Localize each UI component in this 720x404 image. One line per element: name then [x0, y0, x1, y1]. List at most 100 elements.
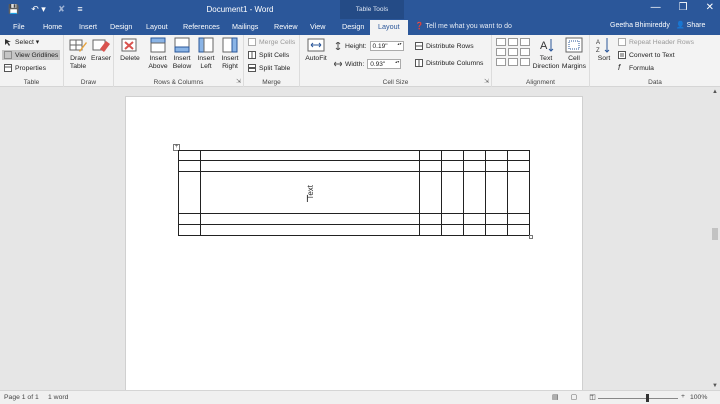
- table-cell[interactable]: [441, 150, 465, 161]
- tab-review[interactable]: Review: [274, 22, 298, 31]
- read-mode-icon[interactable]: ▤: [552, 393, 559, 401]
- table-cell[interactable]: [485, 171, 509, 214]
- table-cell[interactable]: [419, 160, 443, 172]
- page-count[interactable]: Page 1 of 1: [4, 394, 39, 401]
- table-cell[interactable]: [485, 224, 509, 236]
- table-cell[interactable]: [463, 224, 487, 236]
- tab-home[interactable]: Home: [43, 22, 62, 31]
- tab-table-layout[interactable]: Layout: [370, 20, 408, 35]
- eraser-button[interactable]: Eraser: [91, 37, 111, 63]
- document-table[interactable]: Text: [178, 150, 530, 236]
- table-cell[interactable]: [485, 150, 509, 161]
- tab-layout[interactable]: Layout: [146, 22, 168, 31]
- width-input[interactable]: 0.93": [367, 59, 402, 69]
- table-cell[interactable]: [199, 224, 421, 236]
- table-cell[interactable]: [199, 213, 421, 225]
- table-cell[interactable]: Text: [199, 171, 421, 214]
- table-cell[interactable]: [419, 213, 443, 225]
- insert-left-button[interactable]: Insert Left: [194, 37, 218, 71]
- properties-button[interactable]: Properties: [4, 64, 46, 72]
- align-bottom-center-button[interactable]: [508, 58, 518, 66]
- draw-table-button[interactable]: Draw Table: [67, 37, 89, 71]
- formula-button[interactable]: f Formula: [618, 64, 654, 72]
- distribute-rows-button[interactable]: Distribute Rows: [415, 42, 474, 50]
- tab-table-design[interactable]: Design: [342, 22, 364, 31]
- print-layout-icon[interactable]: ▢: [571, 393, 578, 401]
- split-table-button[interactable]: Split Table: [248, 64, 290, 72]
- align-center-left-button[interactable]: [496, 48, 506, 56]
- view-gridlines-button[interactable]: View Gridlines: [2, 50, 61, 60]
- tab-references[interactable]: References: [183, 22, 220, 31]
- insert-below-button[interactable]: Insert Below: [170, 37, 194, 71]
- table-cell[interactable]: [441, 213, 465, 225]
- table-cell[interactable]: [441, 171, 465, 214]
- scroll-up-icon[interactable]: ▲: [712, 89, 718, 95]
- zoom-slider[interactable]: [598, 398, 678, 399]
- tab-file[interactable]: File: [13, 22, 25, 31]
- table-cell[interactable]: [463, 171, 487, 214]
- table-cell[interactable]: [178, 160, 201, 172]
- insert-above-button[interactable]: Insert Above: [146, 37, 170, 71]
- align-top-center-button[interactable]: [508, 38, 518, 46]
- word-count[interactable]: 1 word: [48, 394, 68, 401]
- tell-me-search[interactable]: ❓ Tell me what you want to do: [415, 22, 512, 30]
- table-cell[interactable]: [199, 150, 421, 161]
- convert-to-text-button[interactable]: Convert to Text: [618, 51, 675, 59]
- zoom-slider-thumb[interactable]: [646, 394, 649, 402]
- merge-cells-button[interactable]: Merge Cells: [248, 38, 295, 46]
- rows-columns-launcher-icon[interactable]: ⇲: [236, 78, 241, 85]
- share-button[interactable]: 👤 Share: [676, 21, 705, 29]
- table-cell[interactable]: [441, 160, 465, 172]
- minimize-button[interactable]: —: [651, 2, 661, 13]
- table-cell[interactable]: [463, 160, 487, 172]
- align-bottom-left-button[interactable]: [496, 58, 506, 66]
- table-cell[interactable]: [419, 224, 443, 236]
- tab-insert[interactable]: Insert: [79, 22, 97, 31]
- align-center-right-button[interactable]: [520, 48, 530, 56]
- split-cells-button[interactable]: Split Cells: [248, 51, 289, 59]
- table-cell[interactable]: [463, 150, 487, 161]
- table-cell[interactable]: [507, 171, 530, 214]
- table-cell[interactable]: [507, 213, 530, 225]
- document-page[interactable]: + Text I: [125, 96, 583, 392]
- table-cell[interactable]: [507, 160, 530, 172]
- insert-right-button[interactable]: Insert Right: [218, 37, 242, 71]
- table-resize-handle[interactable]: [529, 235, 533, 239]
- table-cell[interactable]: [178, 150, 201, 161]
- select-button[interactable]: Select ▾: [4, 38, 39, 46]
- repeat-header-rows-button[interactable]: Repeat Header Rows: [618, 38, 694, 46]
- align-top-left-button[interactable]: [496, 38, 506, 46]
- table-cell[interactable]: [463, 213, 487, 225]
- tab-design[interactable]: Design: [110, 22, 132, 31]
- align-top-right-button[interactable]: [520, 38, 530, 46]
- align-center-button[interactable]: [508, 48, 518, 56]
- distribute-columns-button[interactable]: Distribute Columns: [415, 59, 483, 67]
- zoom-out-button[interactable]: −: [590, 393, 594, 400]
- table-cell[interactable]: [507, 150, 530, 161]
- tab-mailings[interactable]: Mailings: [232, 22, 258, 31]
- restore-button[interactable]: ❒: [679, 2, 688, 13]
- zoom-in-button[interactable]: +: [681, 393, 685, 400]
- scroll-down-icon[interactable]: ▼: [712, 383, 718, 389]
- text-direction-button[interactable]: A Text Direction: [532, 37, 560, 71]
- table-cell[interactable]: [178, 213, 201, 225]
- zoom-level[interactable]: 100%: [690, 394, 707, 401]
- table-cell[interactable]: [419, 150, 443, 161]
- sort-button[interactable]: AZ Sort: [593, 37, 615, 63]
- delete-button[interactable]: Delete: [118, 37, 142, 63]
- cell-margins-button[interactable]: Cell Margins: [560, 37, 588, 71]
- table-cell[interactable]: [441, 224, 465, 236]
- table-cell[interactable]: [419, 171, 443, 214]
- table-cell[interactable]: [178, 171, 201, 214]
- table-cell[interactable]: [485, 160, 509, 172]
- cell-size-launcher-icon[interactable]: ⇲: [484, 78, 489, 85]
- scroll-thumb[interactable]: [712, 228, 718, 240]
- align-bottom-right-button[interactable]: [520, 58, 530, 66]
- table-cell[interactable]: [485, 213, 509, 225]
- table-cell[interactable]: [507, 224, 530, 236]
- table-cell[interactable]: [199, 160, 421, 172]
- tab-view[interactable]: View: [310, 22, 325, 31]
- height-input[interactable]: 0.19": [369, 41, 404, 51]
- user-name[interactable]: Geetha Bhimireddy: [610, 22, 670, 29]
- table-cell[interactable]: [178, 224, 201, 236]
